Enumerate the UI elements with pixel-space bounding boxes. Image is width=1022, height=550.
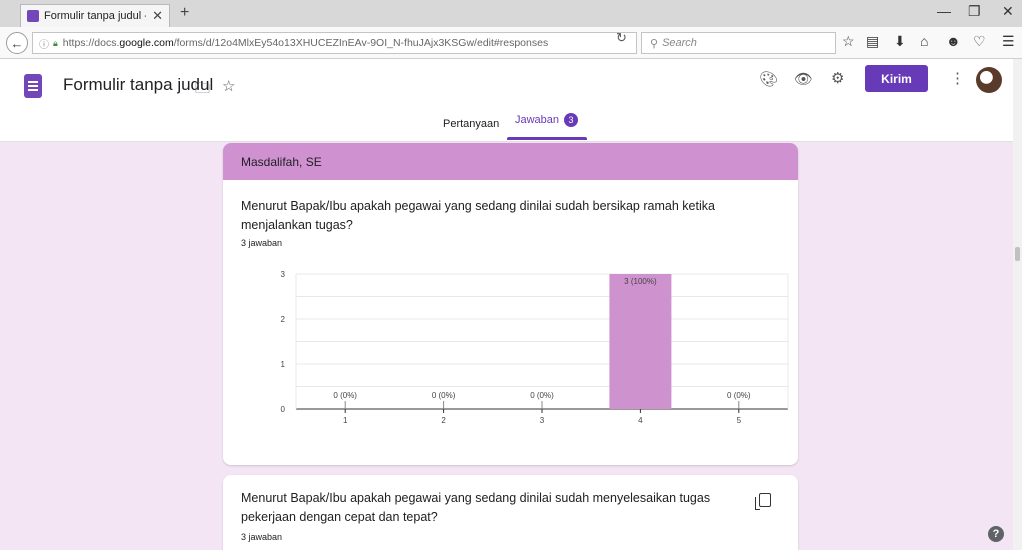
chat-icon[interactable]: ☻ [946, 33, 961, 49]
browser-tab-strip: Formulir tanpa judul - Go... ✕ + — ❐ ✕ [0, 0, 1022, 27]
menu-icon[interactable]: ☰ [1002, 33, 1015, 50]
help-icon[interactable]: ? [988, 526, 1004, 542]
palette-icon[interactable]: 🎨︎ [759, 70, 778, 88]
back-arrow-icon[interactable]: ← [6, 32, 28, 54]
data-label: 3 (100%) [624, 277, 657, 286]
page-scrollbar[interactable] [1013, 59, 1022, 550]
browser-tab-title: Formulir tanpa judul - Go... [44, 10, 146, 22]
url-prefix: https://docs. [62, 37, 120, 49]
active-tab-indicator [507, 137, 587, 140]
x-tick-label: 5 [737, 416, 742, 425]
copy-chart-icon[interactable] [755, 493, 771, 510]
close-window-icon[interactable]: ✕ [1002, 3, 1014, 20]
url-path: /forms/d/12o4MlxEy54o13XHUCEZInEAv-9OI_N… [173, 37, 549, 49]
data-label: 0 (0%) [333, 391, 357, 400]
minimize-icon[interactable]: — [937, 3, 951, 19]
reload-icon[interactable]: ↻ [616, 30, 627, 46]
response-card: Masdalifah, SE Menurut Bapak/Ibu apakah … [223, 143, 798, 465]
home-icon[interactable]: ⌂ [920, 33, 928, 49]
send-button[interactable]: Kirim [865, 65, 928, 92]
x-tick-label: 1 [343, 416, 348, 425]
restore-icon[interactable]: ❐ [968, 3, 981, 20]
y-tick-label: 2 [281, 315, 286, 324]
star-icon[interactable]: ☆ [222, 77, 235, 95]
x-tick-label: 3 [540, 416, 545, 425]
scrollbar-thumb[interactable] [1015, 247, 1020, 261]
avatar[interactable] [976, 67, 1002, 93]
question-text: Menurut Bapak/Ibu apakah pegawai yang se… [241, 491, 711, 524]
address-bar[interactable]: ⓘ 🔒︎ https://docs. google.com/forms/d/12o… [32, 32, 637, 54]
tab-responses-label: Jawaban [515, 114, 560, 126]
info-icon[interactable]: ⓘ [39, 36, 49, 51]
new-tab-button[interactable]: + [180, 4, 189, 22]
response-count: 3 jawaban [241, 532, 283, 542]
download-icon[interactable]: ⬇ [894, 33, 906, 50]
form-title[interactable]: Formulir tanpa judul [63, 75, 213, 95]
search-placeholder: Search [662, 37, 697, 49]
y-tick-label: 3 [281, 270, 286, 279]
bar [609, 274, 672, 409]
bookmark-star-icon[interactable]: ☆ [842, 33, 855, 50]
preview-eye-icon[interactable]: 👁︎ [794, 70, 813, 88]
x-tick-label: 4 [638, 416, 643, 425]
reading-list-icon[interactable]: ▤ [866, 33, 879, 50]
data-label: 0 (0%) [432, 391, 456, 400]
tab-questions[interactable]: Pertanyaan [443, 118, 499, 130]
y-tick-label: 1 [281, 360, 286, 369]
pocket-icon[interactable]: ♡ [973, 33, 986, 50]
forms-logo-icon [24, 74, 42, 98]
browser-tab[interactable]: Formulir tanpa judul - Go... ✕ [20, 4, 170, 27]
data-label: 0 (0%) [530, 391, 554, 400]
x-tick-label: 2 [441, 416, 446, 425]
lock-icon: 🔒︎ [53, 37, 58, 48]
search-input[interactable]: ⚲ Search [641, 32, 836, 54]
data-label: 0 (0%) [727, 391, 751, 400]
tab-responses[interactable]: Jawaban 3 [515, 113, 579, 127]
y-tick-label: 0 [281, 405, 286, 414]
response-card: Menurut Bapak/Ibu apakah pegawai yang se… [223, 475, 798, 550]
browser-navbar: ← ⓘ 🔒︎ https://docs. google.com/forms/d/1… [0, 27, 1022, 59]
search-icon: ⚲ [650, 37, 659, 50]
url-host: google.com [119, 37, 174, 49]
more-options-icon[interactable]: ⋮ [950, 69, 965, 87]
forms-header: Formulir tanpa judul 🗀︎ ☆ 🎨︎ 👁︎ ⚙ Kirim … [0, 59, 1022, 142]
settings-gear-icon[interactable]: ⚙ [831, 69, 844, 87]
close-tab-icon[interactable]: ✕ [152, 8, 163, 24]
forms-favicon-icon [27, 10, 39, 22]
bar-chart: 0 1 2 3 1 0 (0%) 2 0 (0%) 3 0 (0%) 4 3 (100%) 5 0 (0%… [281, 270, 789, 425]
responses-count-badge: 3 [564, 113, 579, 127]
folder-icon[interactable]: 🗀︎ [195, 78, 210, 103]
